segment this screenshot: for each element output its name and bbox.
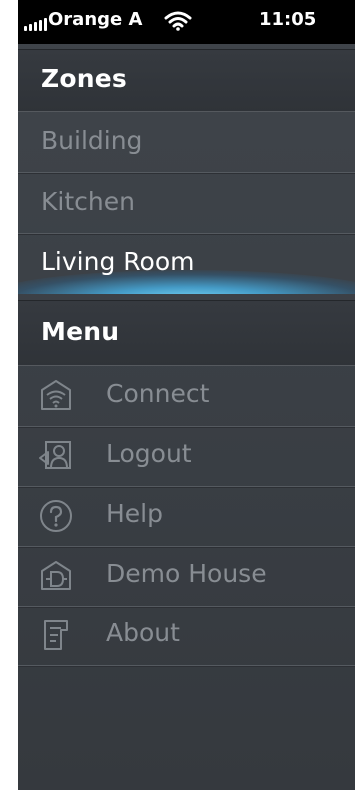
signal-strength-icon xyxy=(24,17,47,31)
menu-header: Menu xyxy=(18,300,355,366)
menu-item-demo-house[interactable]: Demo House xyxy=(18,547,355,607)
zone-item-building[interactable]: Building xyxy=(18,113,355,173)
wifi-house-icon xyxy=(38,378,74,414)
menu-item-label: About xyxy=(106,618,180,647)
menu-item-label: Connect xyxy=(106,379,210,408)
wifi-icon xyxy=(164,11,192,31)
zones-title: Zones xyxy=(41,64,127,93)
side-menu-screen: Orange A 11:05 Zones Building Kitchen Li… xyxy=(18,0,355,790)
status-time: 11:05 xyxy=(259,9,317,30)
menu-title: Menu xyxy=(41,317,120,346)
status-bar: Orange A 11:05 xyxy=(18,0,355,44)
menu-item-connect[interactable]: Connect xyxy=(18,367,355,427)
zones-header: Zones xyxy=(18,49,355,112)
menu-item-help[interactable]: Help xyxy=(18,487,355,547)
menu-item-logout[interactable]: Logout xyxy=(18,427,355,487)
menu-item-label: Help xyxy=(106,499,163,528)
zone-item-label: Building xyxy=(41,126,143,155)
zone-item-label: Kitchen xyxy=(41,187,135,216)
logout-person-icon xyxy=(38,438,74,474)
menu-item-label: Logout xyxy=(106,439,192,468)
zone-item-kitchen[interactable]: Kitchen xyxy=(18,174,355,234)
menu-item-label: Demo House xyxy=(106,559,267,588)
zone-item-label: Living Room xyxy=(41,247,195,276)
zone-item-living-room[interactable]: Living Room xyxy=(18,234,355,294)
question-icon xyxy=(38,498,74,534)
demo-house-icon xyxy=(38,558,74,594)
menu-item-about[interactable]: About xyxy=(18,606,355,666)
about-document-icon xyxy=(38,617,74,653)
carrier-name: Orange A xyxy=(48,9,143,30)
